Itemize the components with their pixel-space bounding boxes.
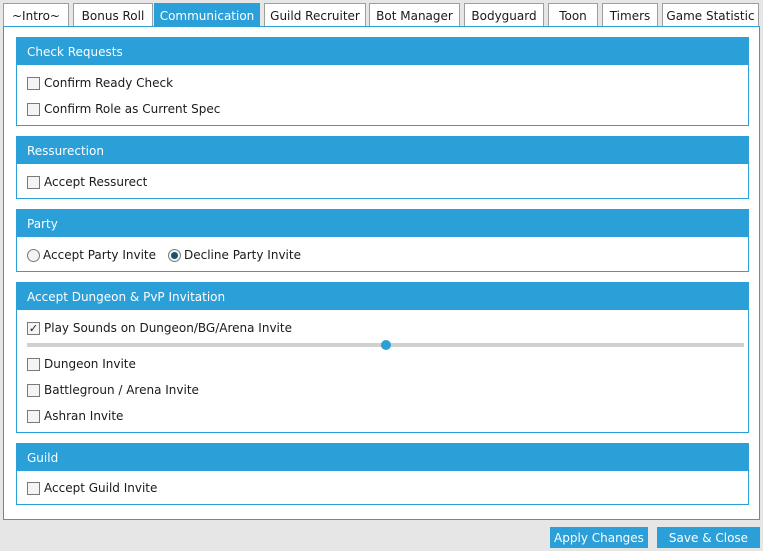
decline-party-invite-label: Decline Party Invite	[184, 248, 301, 262]
check-requests-title: Check Requests	[17, 38, 748, 65]
resurrection-title: Ressurection	[17, 137, 748, 164]
check-requests-group: Check Requests Confirm Ready Check Confi…	[16, 37, 749, 126]
dungeon-pvp-group: Accept Dungeon & PvP Invitation ✓ Play S…	[16, 282, 749, 433]
tab-bonus-roll[interactable]: Bonus Roll	[73, 3, 153, 27]
accept-resurrect-option[interactable]: Accept Ressurect	[27, 173, 147, 191]
guild-group: Guild Accept Guild Invite	[16, 443, 749, 505]
settings-window: ~Intro~ Bonus Roll Communication Guild R…	[0, 0, 763, 551]
play-sounds-label: Play Sounds on Dungeon/BG/Arena Invite	[44, 321, 292, 335]
tab-timers[interactable]: Timers	[602, 3, 658, 27]
play-sounds-checkbox[interactable]: ✓	[27, 321, 40, 335]
dungeon-invite-checkbox[interactable]	[27, 357, 40, 371]
accept-guild-invite-checkbox[interactable]	[27, 481, 40, 495]
battleground-invite-label: Battlegroun / Arena Invite	[44, 383, 199, 397]
save-close-button[interactable]: Save & Close	[657, 527, 760, 548]
ashran-invite-checkbox[interactable]	[27, 409, 40, 423]
battleground-invite-checkbox[interactable]	[27, 383, 40, 397]
ashran-invite-option[interactable]: Ashran Invite	[27, 407, 123, 425]
party-group: Party Accept Party Invite Decline Party …	[16, 209, 749, 272]
confirm-ready-check-checkbox[interactable]	[27, 76, 40, 90]
sound-volume-slider-thumb[interactable]	[380, 340, 391, 350]
decline-party-invite-option[interactable]: Decline Party Invite	[168, 246, 301, 264]
dungeon-pvp-title: Accept Dungeon & PvP Invitation	[17, 283, 748, 310]
guild-title: Guild	[17, 444, 748, 471]
party-title: Party	[17, 210, 748, 237]
sound-volume-slider[interactable]	[27, 340, 744, 350]
tab-guild-recruiter[interactable]: Guild Recruiter	[264, 3, 366, 27]
ashran-invite-label: Ashran Invite	[44, 409, 124, 423]
accept-party-invite-label: Accept Party Invite	[43, 248, 156, 262]
tab-toon[interactable]: Toon	[548, 3, 598, 27]
confirm-ready-check-label: Confirm Ready Check	[44, 76, 174, 90]
dungeon-invite-option[interactable]: Dungeon Invite	[27, 355, 136, 373]
accept-resurrect-label: Accept Ressurect	[44, 175, 148, 189]
resurrection-group: Ressurection Accept Ressurect	[16, 136, 749, 199]
accept-guild-invite-option[interactable]: Accept Guild Invite	[27, 479, 157, 497]
tab-intro[interactable]: ~Intro~	[3, 3, 69, 27]
accept-guild-invite-label: Accept Guild Invite	[44, 481, 158, 495]
accept-resurrect-checkbox[interactable]	[27, 175, 40, 189]
decline-party-invite-radio[interactable]	[168, 248, 181, 262]
confirm-role-checkbox[interactable]	[27, 102, 40, 116]
confirm-role-label: Confirm Role as Current Spec	[44, 102, 221, 116]
confirm-ready-check-option[interactable]: Confirm Ready Check	[27, 74, 173, 92]
communication-panel: Check Requests Confirm Ready Check Confi…	[3, 26, 760, 520]
dungeon-invite-label: Dungeon Invite	[44, 357, 136, 371]
tab-communication[interactable]: Communication	[154, 3, 260, 27]
battleground-invite-option[interactable]: Battlegroun / Arena Invite	[27, 381, 199, 399]
tab-bot-manager[interactable]: Bot Manager	[369, 3, 460, 27]
tab-game-statistic[interactable]: Game Statistic	[662, 3, 759, 27]
accept-party-invite-option[interactable]: Accept Party Invite	[27, 246, 156, 264]
play-sounds-option[interactable]: ✓ Play Sounds on Dungeon/BG/Arena Invite	[27, 319, 292, 337]
apply-changes-button[interactable]: Apply Changes	[550, 527, 648, 548]
accept-party-invite-radio[interactable]	[27, 248, 40, 262]
confirm-role-option[interactable]: Confirm Role as Current Spec	[27, 100, 220, 118]
tab-bodyguard[interactable]: Bodyguard	[464, 3, 544, 27]
